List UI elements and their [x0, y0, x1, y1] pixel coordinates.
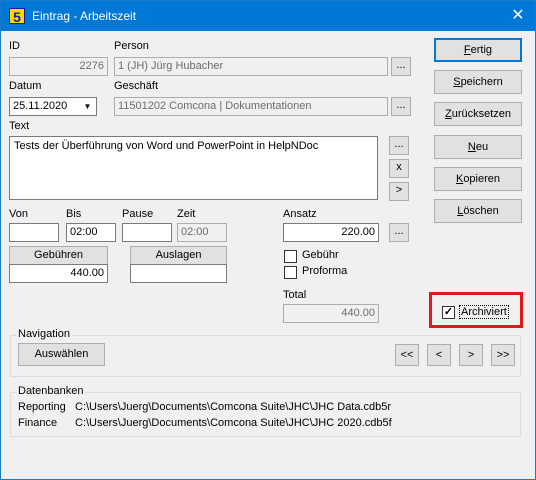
neu-button[interactable]: Neu	[434, 135, 522, 159]
datum-dropdown[interactable]: 25.11.2020 ▼	[9, 97, 97, 116]
zeit-label: Zeit	[177, 208, 196, 220]
gebuehr-checkbox[interactable]	[284, 250, 297, 263]
ansatz-label: Ansatz	[283, 208, 317, 220]
total-label: Total	[283, 289, 307, 301]
neu-label-rest: eu	[475, 141, 489, 153]
person-field: 1 (JH) Jürg Hubacher	[114, 57, 388, 76]
auswaehlen-button[interactable]: Auswählen	[18, 343, 105, 366]
id-label: ID	[9, 40, 20, 52]
geschaeft-field: 11501202 Comcona | Dokumentationen	[114, 97, 388, 116]
datenbanken-group-title: Datenbanken	[16, 385, 86, 397]
speichern-label-rest: peichern	[460, 76, 503, 88]
proforma-check-label: Proforma	[302, 265, 348, 277]
text-input[interactable]: Tests der Überführung von Word und Power…	[9, 136, 378, 200]
datum-label: Datum	[9, 80, 42, 92]
close-icon[interactable]: ✕	[501, 1, 535, 31]
person-label: Person	[114, 40, 149, 52]
db-row-path: C:\Users\Juerg\Documents\Comcona Suite\J…	[75, 401, 392, 413]
von-label: Von	[9, 208, 28, 220]
chevron-down-icon[interactable]: ▼	[79, 98, 96, 115]
window-title: Eintrag - Arbeitszeit	[32, 9, 137, 23]
datum-value: 25.11.2020	[13, 100, 68, 112]
pause-input[interactable]	[122, 223, 172, 242]
neu-label-accel: N	[467, 141, 476, 153]
gebuehren-input[interactable]: 440.00	[9, 264, 108, 283]
gebuehr-check-label: Gebühr	[302, 249, 339, 261]
zuruecksetzen-button[interactable]: Zurücksetzen	[434, 102, 522, 126]
fertig-button[interactable]: Fertig	[434, 38, 522, 62]
db-row-name: Finance	[18, 417, 58, 429]
id-field: 2276	[9, 57, 108, 76]
zeit-field: 02:00	[177, 223, 227, 242]
dialog-window: 5 Eintrag - Arbeitszeit ✕ ID 2276 Person…	[0, 0, 536, 480]
fertig-label-accel: F	[463, 44, 471, 56]
kopieren-label-rest: opieren	[463, 173, 501, 185]
title-bar[interactable]: 5 Eintrag - Arbeitszeit ✕	[1, 1, 535, 31]
db-row-path: C:\Users\Juerg\Documents\Comcona Suite\J…	[75, 417, 392, 429]
auslagen-input[interactable]	[130, 264, 227, 283]
text-browse-button[interactable]: ...	[389, 136, 409, 155]
zuruecksetzen-label-accel: Z	[444, 108, 452, 120]
bis-label: Bis	[66, 208, 82, 220]
text-label: Text	[9, 120, 30, 132]
datenbanken-group	[10, 392, 521, 437]
db-row-name: Reporting	[18, 401, 66, 413]
archiviert-label: Archiviert	[459, 305, 509, 319]
geschaeft-label: Geschäft	[114, 80, 159, 92]
loeschen-label-rest: öschen	[463, 205, 499, 217]
loeschen-button[interactable]: Löschen	[434, 199, 522, 223]
geschaeft-browse-button[interactable]: ...	[391, 97, 411, 116]
nav-next-button[interactable]: >	[459, 344, 483, 366]
gebuehren-button[interactable]: Gebühren	[9, 246, 108, 265]
bis-input[interactable]: 02:00	[66, 223, 116, 242]
ansatz-browse-button[interactable]: ...	[389, 223, 409, 242]
total-field: 440.00	[283, 304, 379, 323]
nav-last-button[interactable]: >>	[491, 344, 515, 366]
person-browse-button[interactable]: ...	[391, 57, 411, 76]
nav-prev-button[interactable]: <	[427, 344, 451, 366]
text-next-button[interactable]: >	[389, 182, 409, 201]
pause-label: Pause	[122, 208, 154, 220]
von-input[interactable]	[9, 223, 59, 242]
fertig-label-rest: ertig	[470, 44, 493, 56]
kopieren-button[interactable]: Kopieren	[434, 167, 522, 191]
text-clear-button[interactable]: x	[389, 159, 409, 178]
nav-first-button[interactable]: <<	[395, 344, 419, 366]
archiviert-checkbox[interactable]: ✓	[442, 306, 455, 319]
speichern-button[interactable]: Speichern	[434, 70, 522, 94]
ansatz-input[interactable]: 220.00	[283, 223, 379, 242]
navigation-group-title: Navigation	[16, 328, 72, 340]
app-icon: 5	[9, 8, 25, 25]
proforma-checkbox[interactable]	[284, 266, 297, 279]
auslagen-button[interactable]: Auslagen	[130, 246, 227, 265]
speichern-label-accel: S	[453, 76, 461, 88]
zuruecksetzen-label-rest: urücksetzen	[451, 108, 512, 120]
